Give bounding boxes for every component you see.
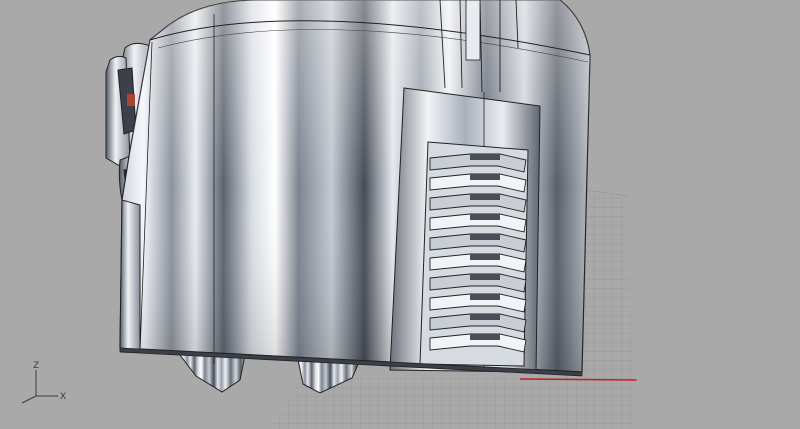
vent-slot-shadow xyxy=(470,154,500,160)
axis-z-label: Z xyxy=(33,361,39,371)
vent-slot-shadow xyxy=(470,254,500,260)
vent-slot-shadow xyxy=(470,274,500,280)
vent-slot-shadow xyxy=(470,314,500,320)
world-axes-icon: Z X xyxy=(21,361,66,404)
vent-slot-shadow xyxy=(470,294,500,300)
world-x-axis-line xyxy=(519,378,638,381)
rhino-perspective-viewport[interactable]: Z X xyxy=(0,0,800,429)
vent-slot-shadow xyxy=(470,214,500,220)
vent-slot-shadow xyxy=(470,234,500,240)
vent-slot-shadow xyxy=(470,334,500,340)
vent-slot-shadow xyxy=(470,194,500,200)
axis-x-label: X xyxy=(60,392,66,402)
vent-slot-shadow xyxy=(470,174,500,180)
viewport-canvas[interactable]: Z X xyxy=(0,0,800,429)
